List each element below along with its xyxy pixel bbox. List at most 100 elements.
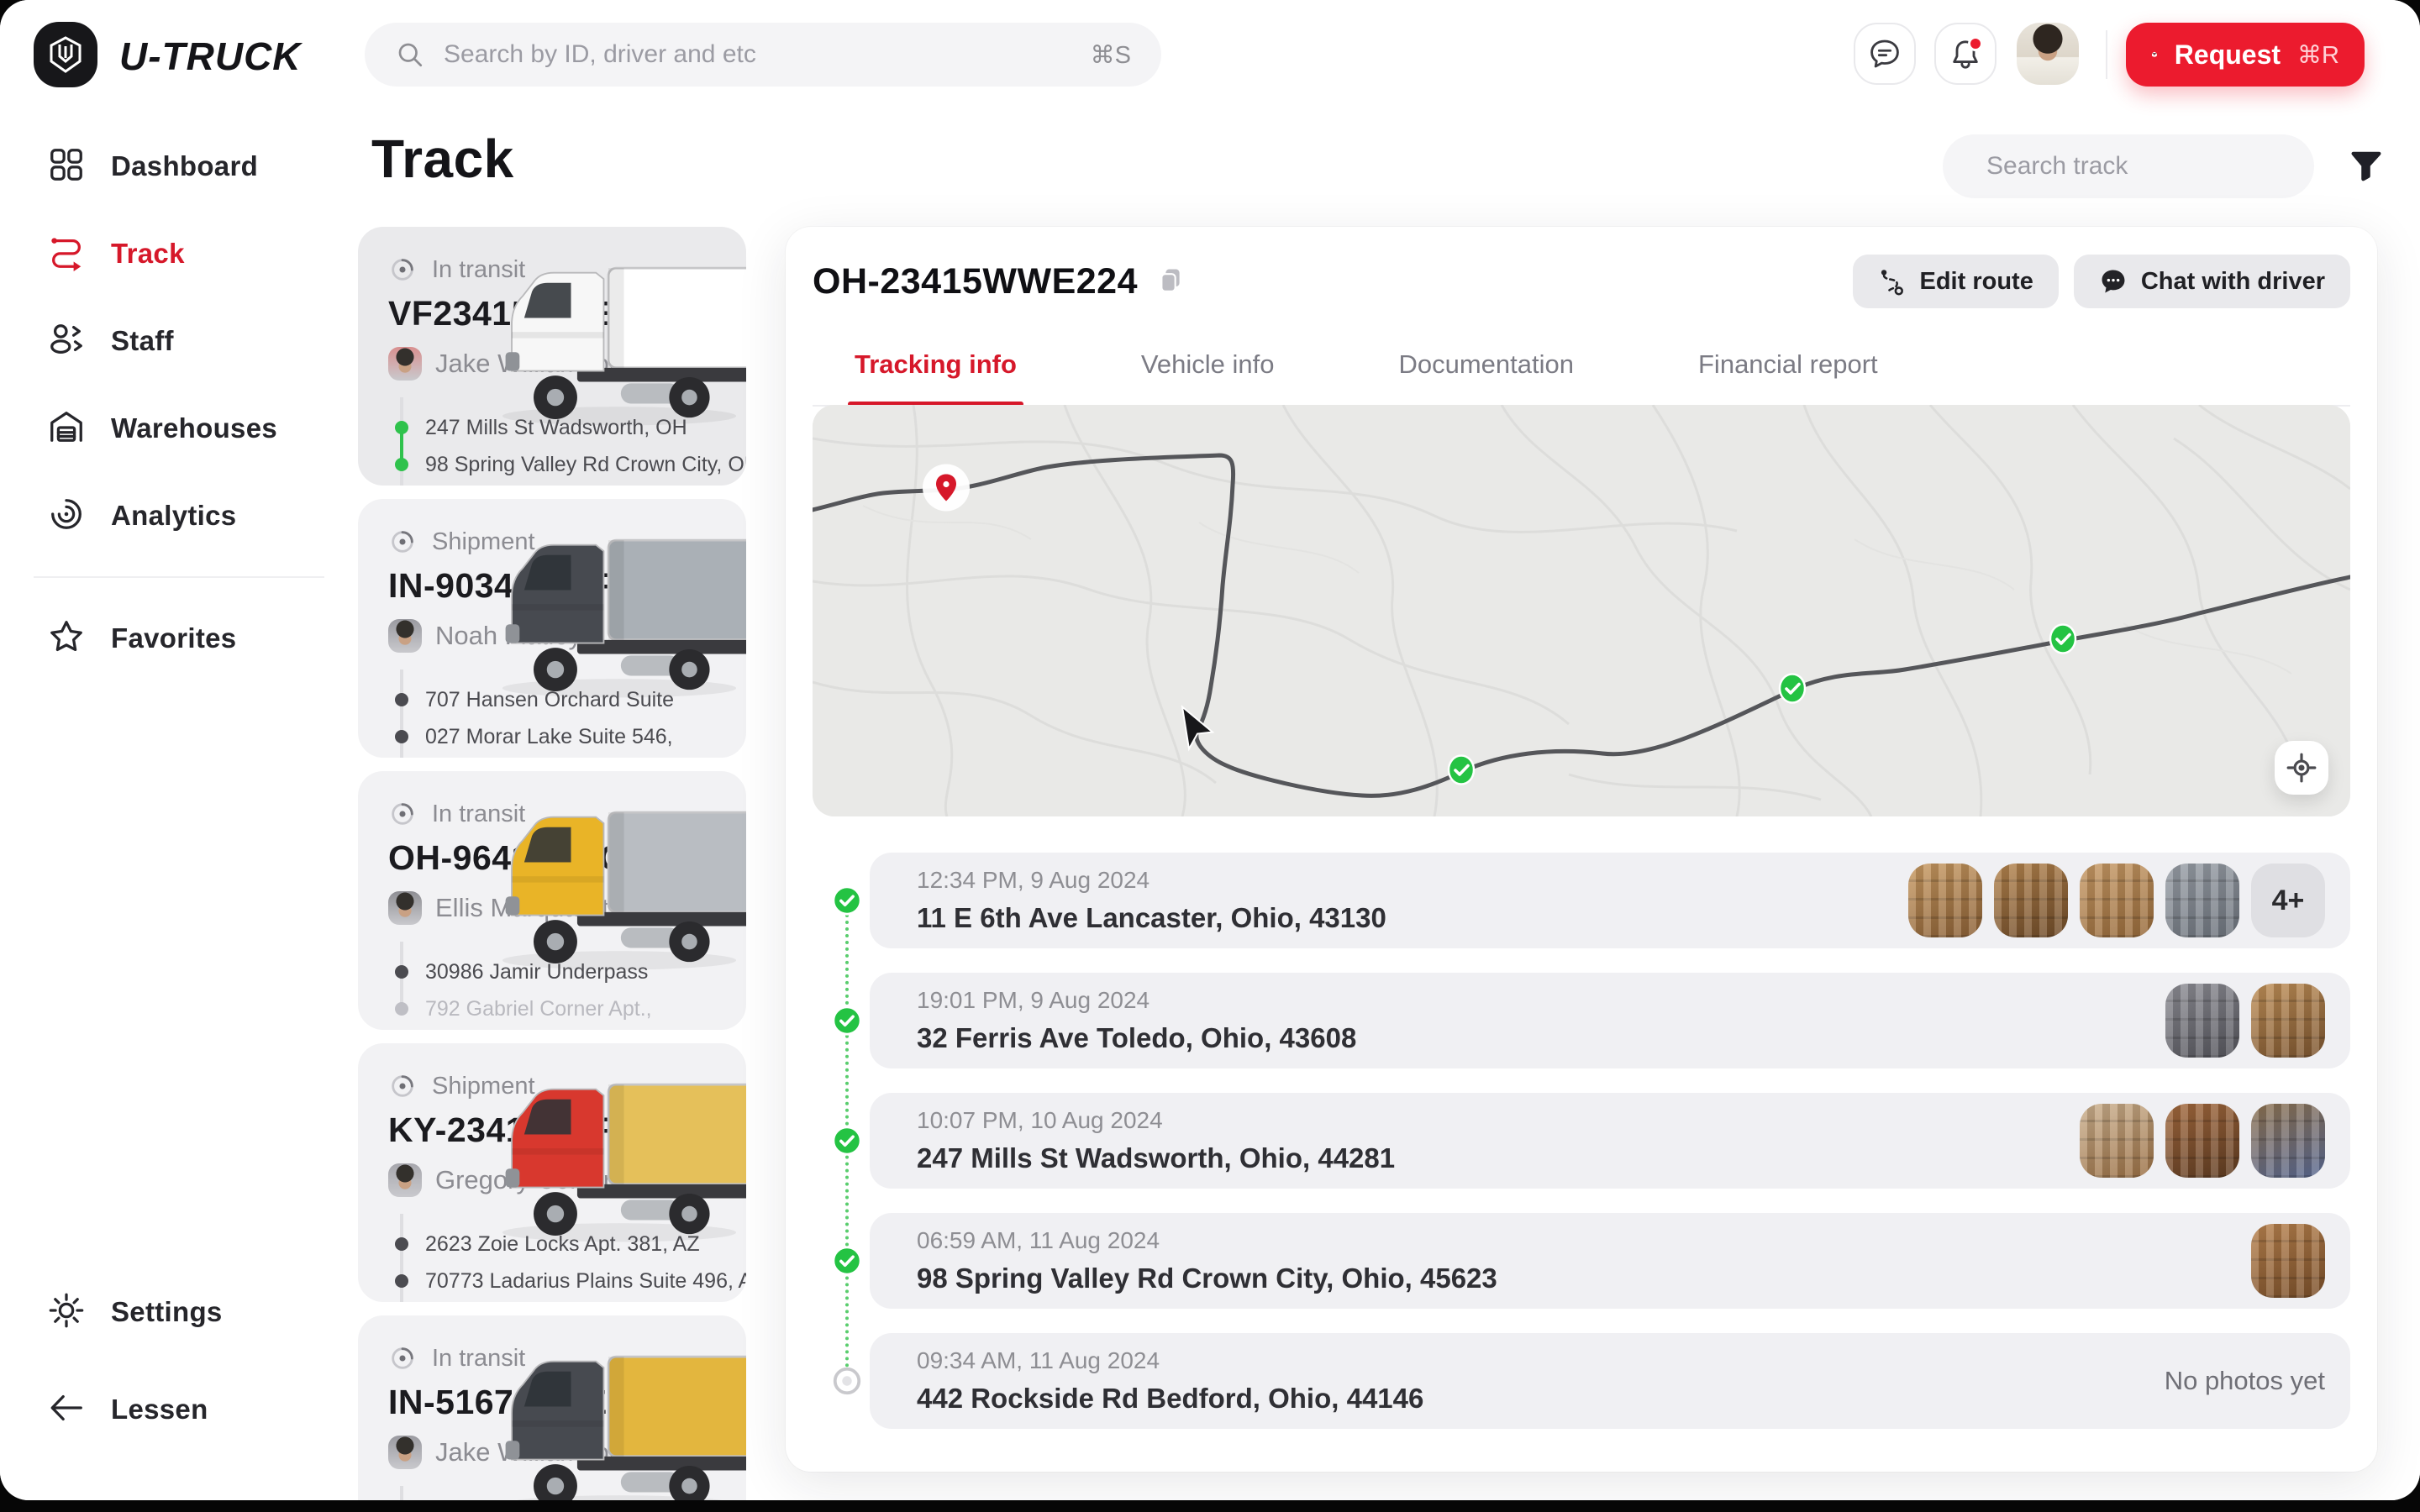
sidebar-item-label: Dashboard <box>111 150 258 182</box>
driver-name: Noah Flatley <box>435 621 581 651</box>
shipment-card[interactable]: In transit OH-96415GFC145 Ellis Marquard… <box>358 771 746 1030</box>
driver-name: Ellis Marquardt <box>435 893 609 923</box>
shipment-status: Shipment <box>388 528 716 556</box>
stop-address: 027 Morar Lake Suite 546, <box>388 718 716 755</box>
sidebar-item-staff[interactable]: Staff <box>0 311 358 371</box>
locate-button[interactable] <box>2275 741 2328 795</box>
tab-documentation[interactable]: Documentation <box>1398 334 1574 405</box>
global-search[interactable]: ⌘S <box>365 23 1161 87</box>
checkpoint-time: 09:34 AM, 11 Aug 2024 <box>917 1347 1423 1374</box>
map-checkpoint[interactable] <box>1776 672 1809 710</box>
shipment-card[interactable]: In transit VF23415WWE224 Jake Williamson… <box>358 227 746 486</box>
filter-icon <box>2347 146 2386 185</box>
button-label: Edit route <box>1920 268 2033 296</box>
sidebar-item-label: Lessen <box>111 1394 208 1425</box>
stops-list: 6239 Hagenes Ways Apt. 195, WI 62611 Tal… <box>388 1498 716 1500</box>
button-label: Chat with driver <box>2141 268 2325 296</box>
tab-tracking-info[interactable]: Tracking info <box>855 334 1017 405</box>
shipment-id: OH-96415GFC145 <box>388 838 716 878</box>
sidebar-item-favorites[interactable]: Favorites <box>0 608 358 669</box>
status-ring-icon <box>388 528 417 556</box>
checkpoint-time: 10:07 PM, 10 Aug 2024 <box>917 1107 1395 1134</box>
checkpoint-time: 12:34 PM, 9 Aug 2024 <box>917 867 1386 894</box>
edit-route-button[interactable]: Edit route <box>1853 255 2059 308</box>
stop-address: 7186 Jayde Radial Suite, <box>388 755 716 758</box>
sidebar-item-warehouses[interactable]: Warehouses <box>0 398 358 459</box>
app-window: U-TRUCK ⌘S <box>0 0 2420 1500</box>
messages-button[interactable] <box>1854 23 1916 85</box>
warehouse-photo[interactable] <box>2165 984 2239 1058</box>
sidebar-item-dashboard[interactable]: Dashboard <box>0 136 358 197</box>
map-current-location-pin[interactable] <box>919 460 973 518</box>
driver-name: Gregory Corwin <box>435 1165 618 1195</box>
timeline-row: 09:34 AM, 11 Aug 2024 442 Rockside Rd Be… <box>870 1333 2350 1429</box>
driver-row: Jake Williamson <box>388 1436 716 1469</box>
status-label: In transit <box>432 256 525 284</box>
filter-button[interactable] <box>2346 146 2386 186</box>
map-checkpoint[interactable] <box>1444 753 1478 791</box>
chat-icon <box>2099 267 2128 296</box>
photo-thumbnails <box>2080 1104 2325 1178</box>
notification-badge <box>1968 36 1983 51</box>
checkpoint-address: 11 E 6th Ave Lancaster, Ohio, 43130 <box>917 902 1386 934</box>
checkpoint-info: 09:34 AM, 11 Aug 2024 442 Rockside Rd Be… <box>917 1347 1423 1415</box>
topbar-divider <box>2106 30 2107 79</box>
warehouse-photo[interactable] <box>2165 1104 2239 1178</box>
warehouse-photo[interactable] <box>1994 864 2068 937</box>
warehouse-photo[interactable] <box>2080 1104 2154 1178</box>
warehouse-photo[interactable] <box>2251 984 2325 1058</box>
map-checkpoint[interactable] <box>2046 622 2080 660</box>
request-button[interactable]: Request ⌘R <box>2126 23 2365 87</box>
chat-with-driver-button[interactable]: Chat with driver <box>2074 255 2350 308</box>
track-search[interactable] <box>1943 134 2314 198</box>
warehouse-photo[interactable] <box>1908 864 1982 937</box>
truck-illustration <box>481 803 746 974</box>
warehouse-photo[interactable] <box>2080 864 2154 937</box>
warehouse-photo[interactable] <box>2251 1104 2325 1178</box>
more-photos-badge[interactable]: 4+ <box>2251 864 2325 937</box>
global-search-input[interactable] <box>444 40 1072 69</box>
warehouse-photo[interactable] <box>2165 864 2239 937</box>
tabs: Tracking info Vehicle info Documentation Fi… <box>813 334 2350 407</box>
checkpoint-done-icon <box>831 1005 863 1037</box>
warehouse-photo[interactable] <box>2251 1224 2325 1298</box>
photo-thumbnails: 4+ <box>1908 864 2325 937</box>
status-ring-icon <box>388 1072 417 1100</box>
map-canvas <box>813 405 2350 816</box>
truck-image <box>481 259 746 430</box>
shipment-card[interactable]: Shipment KY-23415JNF155 Gregory Corwin 2… <box>358 1043 746 1302</box>
tab-vehicle-info[interactable]: Vehicle info <box>1141 334 1275 405</box>
notifications-button[interactable] <box>1934 23 1996 85</box>
detail-panel: OH-23415WWE224 Edit route Chat with driv… <box>786 227 2377 1472</box>
sidebar-item-track[interactable]: Track <box>0 223 358 284</box>
checkpoint-done-icon <box>831 1245 863 1277</box>
driver-name: Jake Williamson <box>435 349 623 379</box>
photo-thumbnails <box>2251 1224 2325 1298</box>
driver-name: Jake Williamson <box>435 1437 623 1467</box>
shipment-id: VF23415WWE224 <box>388 294 716 333</box>
copy-id-button[interactable] <box>1156 266 1185 297</box>
checkpoint-address: 98 Spring Valley Rd Crown City, Ohio, 45… <box>917 1263 1497 1294</box>
warehouses-icon <box>47 407 86 450</box>
driver-row: Jake Williamson <box>388 347 716 381</box>
track-search-input[interactable] <box>1986 152 2311 181</box>
sidebar-nav: Dashboard Track Staff Warehouses Analyti… <box>0 136 358 669</box>
sidebar-item-settings[interactable]: Settings <box>0 1282 358 1342</box>
stop-address: 2623 Zoie Locks Apt. 381, AZ <box>388 1226 716 1263</box>
sidebar-item-analytics[interactable]: Analytics <box>0 486 358 546</box>
stop-address: 145 Kuvalis Villages Suite 466, AZ <box>388 1299 716 1302</box>
shipment-card[interactable]: Shipment IN-9034677ZFG154 Noah Flatley 7… <box>358 499 746 758</box>
route-map[interactable] <box>813 405 2350 816</box>
timeline-row: 06:59 AM, 11 Aug 2024 98 Spring Valley R… <box>870 1213 2350 1309</box>
stop-dot <box>395 730 408 743</box>
page-title: Track <box>371 128 514 190</box>
user-avatar[interactable] <box>2017 23 2079 85</box>
route-icon <box>1878 267 1907 296</box>
sidebar-item-label: Settings <box>111 1296 223 1328</box>
utruck-logo-icon[interactable] <box>34 22 97 87</box>
search-shortcut: ⌘S <box>1091 40 1131 70</box>
truck-image <box>481 1075 746 1247</box>
sidebar-item-lessen[interactable]: Lessen <box>0 1379 358 1440</box>
tab-financial-report[interactable]: Financial report <box>1698 334 1878 405</box>
shipment-card[interactable]: In transit IN-51678URE401 Jake Williamso… <box>358 1315 746 1500</box>
